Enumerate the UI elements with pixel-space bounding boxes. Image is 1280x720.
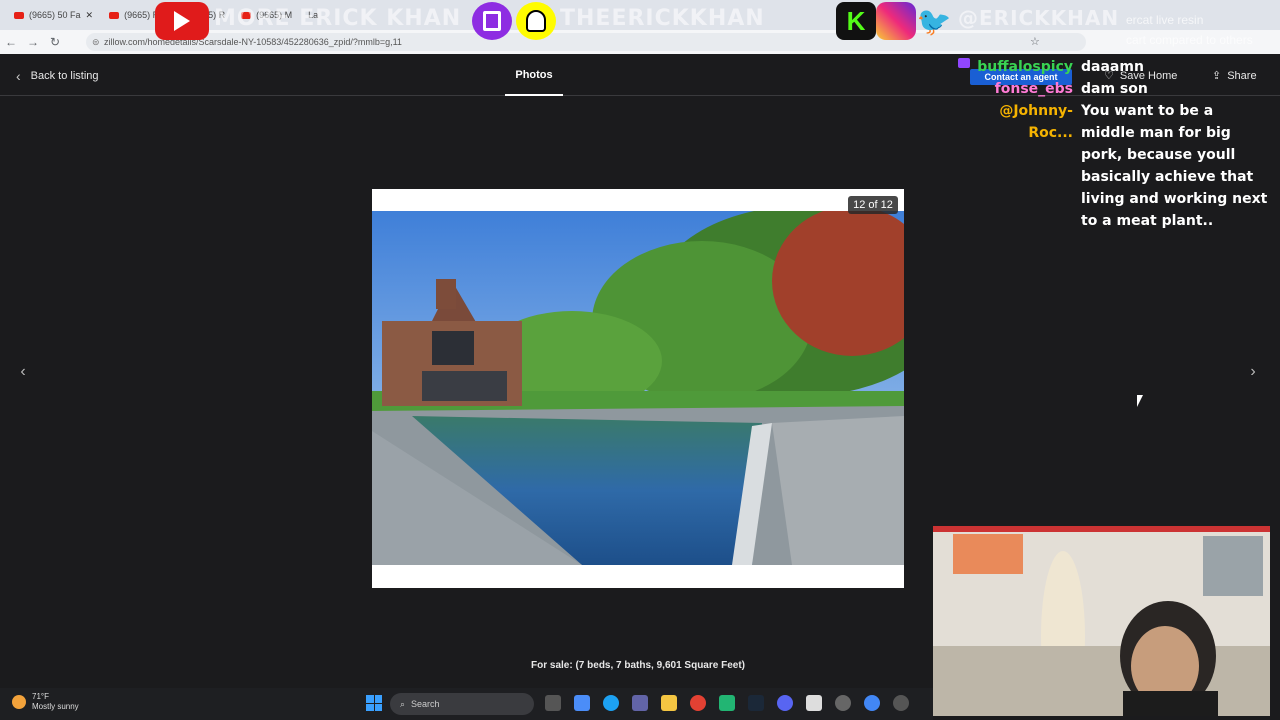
weather-temp: 71°F: [32, 692, 49, 701]
weather-condition: Mostly sunny: [32, 702, 79, 711]
bookmark-star-icon[interactable]: ☆: [1030, 35, 1040, 48]
chrome-profile-icon[interactable]: [864, 695, 880, 711]
tab-label: La: [308, 10, 319, 20]
chat-message: buffalospicy daaamn: [956, 56, 1280, 78]
media-icon[interactable]: [893, 695, 909, 711]
browser-tab[interactable]: (9665) M: [235, 3, 298, 27]
next-photo-button[interactable]: ›: [1243, 362, 1263, 382]
close-tab-icon[interactable]: ✕: [86, 10, 94, 21]
chat-message: fonse_ebs dam son: [956, 78, 1280, 100]
reload-icon[interactable]: ↻: [44, 35, 66, 49]
photo-counter: 12 of 12: [848, 196, 898, 214]
address-bar: ← → ↻ ⊜ zillow.com/homedetails/Scarsdale…: [0, 30, 1280, 54]
chat-text: daaamn: [1081, 59, 1144, 75]
youtube-icon: [14, 11, 24, 19]
windows-start-icon[interactable]: [366, 695, 382, 711]
browser-tab[interactable]: La: [302, 3, 324, 27]
teams-icon[interactable]: [632, 695, 648, 711]
url-input[interactable]: ⊜ zillow.com/homedetails/Scarsdale-NY-10…: [86, 33, 1086, 51]
chat-overlay: buffalospicy daaamn fonse_ebs dam son @J…: [956, 56, 1280, 232]
taskbar-search[interactable]: ⌕ Search: [390, 693, 534, 715]
sun-icon: [12, 695, 26, 709]
browser-tab-bar: (9665) 50 Fa ✕ (9665) R (9665) R (9665) M…: [0, 0, 1280, 30]
chevron-left-icon: ‹: [16, 68, 21, 84]
mouse-cursor-icon: [1137, 395, 1143, 407]
site-info-icon[interactable]: ⊜: [92, 37, 100, 48]
edge-icon[interactable]: [603, 695, 619, 711]
tab-photos[interactable]: Photos: [505, 56, 563, 96]
back-label: Back to listing: [30, 70, 99, 82]
chat-text: You want to be a middle man for big pork…: [1081, 103, 1268, 229]
tab-label: (9665) R: [124, 10, 160, 20]
tab-label: (9665) R: [190, 10, 226, 20]
task-view-icon[interactable]: [545, 695, 561, 711]
search-label: Search: [411, 699, 440, 709]
listing-photo: [372, 189, 904, 588]
browser-tab[interactable]: (9665) R: [103, 3, 165, 27]
previous-photo-button[interactable]: ‹: [13, 362, 33, 382]
tab-label: (9665) 50 Fa: [29, 10, 81, 20]
notepad-icon[interactable]: [806, 695, 822, 711]
weather-widget[interactable]: 71°F Mostly sunny: [12, 692, 79, 712]
browser-tab[interactable]: (9665) 50 Fa ✕: [8, 3, 99, 27]
ticker: ercat live resin cart compared to others: [1126, 10, 1280, 50]
chrome-icon[interactable]: [690, 695, 706, 711]
obs-icon[interactable]: [835, 695, 851, 711]
webcam-feed: [933, 526, 1270, 716]
chat-message: @Johnny-Roc... You want to be a middle m…: [956, 100, 1280, 232]
chat-username: @Johnny-Roc...: [999, 103, 1073, 141]
search-icon: ⌕: [400, 698, 406, 709]
copilot-icon[interactable]: [574, 695, 590, 711]
discord-icon[interactable]: [777, 695, 793, 711]
youtube-icon: [241, 11, 252, 19]
ticker-line: cart compared to others: [1126, 33, 1253, 47]
youtube-icon: [175, 11, 186, 19]
youtube-icon: [109, 11, 120, 19]
chat-username: fonse_ebs: [994, 81, 1073, 97]
file-explorer-icon[interactable]: [661, 695, 677, 711]
browser-tab[interactable]: (9665) R: [169, 3, 231, 27]
photo-caption: For sale: (7 beds, 7 baths, 9,601 Square…: [531, 660, 745, 671]
steam-icon[interactable]: [748, 695, 764, 711]
tab-label: (9665) M: [256, 10, 293, 20]
back-to-listing-link[interactable]: ‹ Back to listing: [16, 68, 99, 84]
forward-icon[interactable]: →: [22, 35, 44, 49]
pool-backyard-photo: [372, 211, 904, 565]
chat-username: buffalospicy: [977, 59, 1073, 75]
url-text: zillow.com/homedetails/Scarsdale-NY-1058…: [104, 37, 402, 47]
chat-text: dam son: [1081, 81, 1148, 97]
app-icon[interactable]: [719, 695, 735, 711]
ticker-line: ercat live resin: [1126, 13, 1204, 27]
taskbar: 71°F Mostly sunny ⌕ Search: [0, 688, 933, 720]
back-icon[interactable]: ←: [0, 35, 22, 49]
